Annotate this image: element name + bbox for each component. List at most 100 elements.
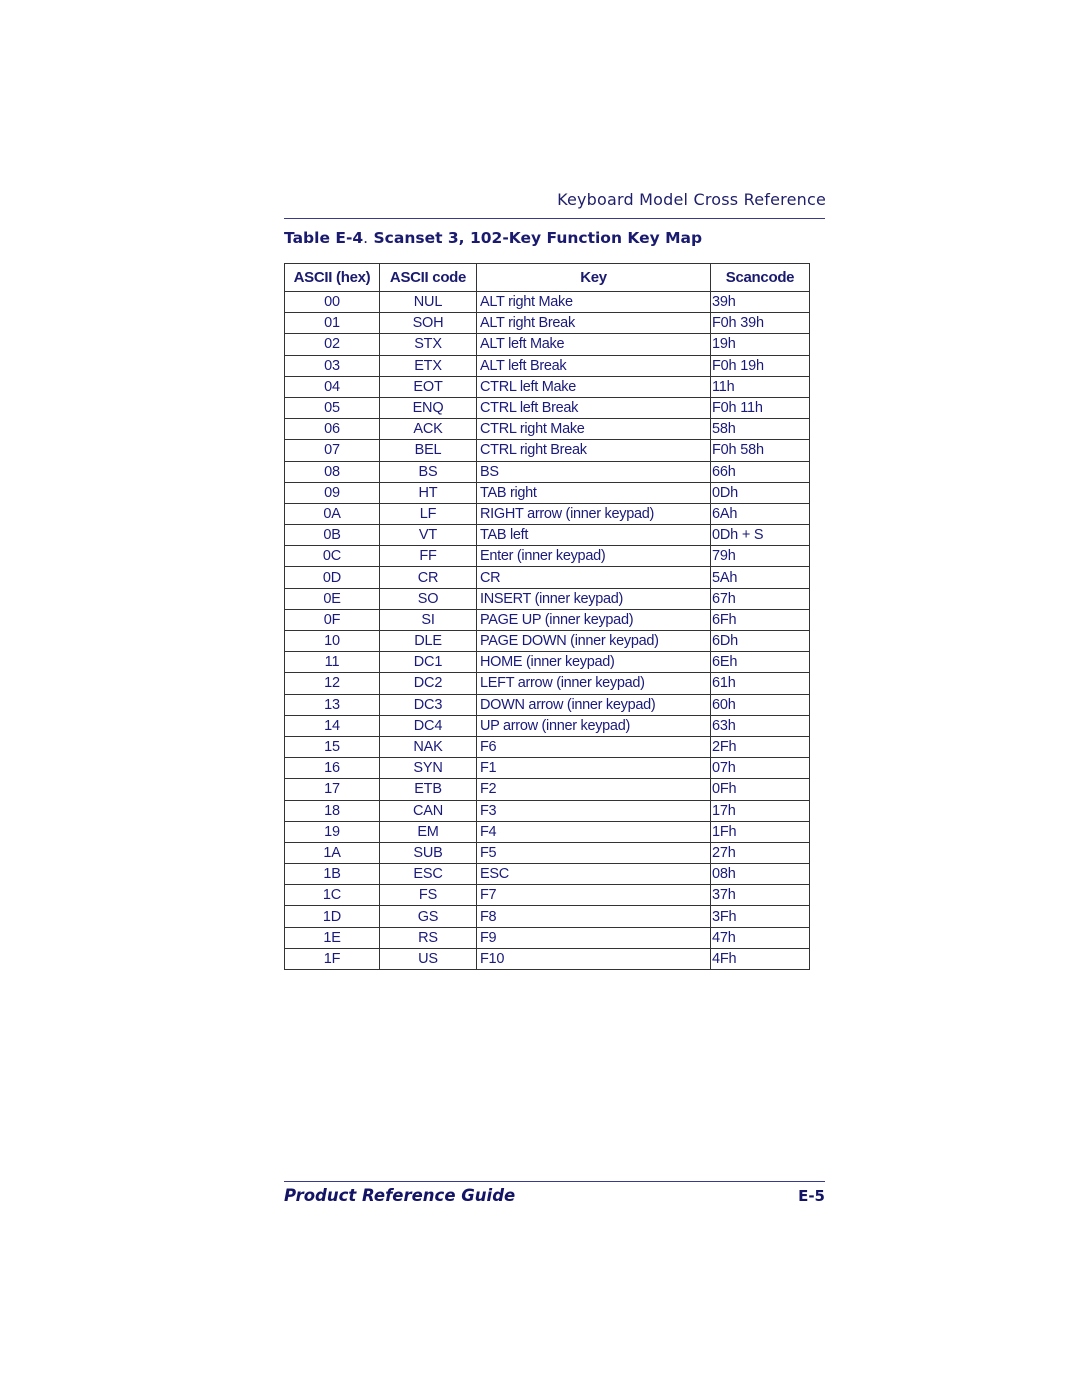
table-row: 12 DC2 LEFT arrow (inner keypad) 61h bbox=[284, 672, 810, 695]
table-row: 0E SO INSERT (inner keypad) 67h bbox=[284, 587, 810, 610]
cell-key: F4 bbox=[476, 820, 711, 843]
cell-ascii-hex: 0B bbox=[284, 524, 380, 547]
table-row: 0A LF RIGHT arrow (inner keypad) 6Ah bbox=[284, 502, 810, 526]
cell-ascii-code: US bbox=[379, 947, 477, 971]
cell-scancode: 19h bbox=[710, 333, 810, 356]
table-title-label: Table E-4 bbox=[284, 229, 364, 247]
cell-key: CR bbox=[476, 566, 711, 589]
cell-key: CTRL left Break bbox=[476, 396, 711, 420]
cell-key: F9 bbox=[476, 926, 711, 949]
cell-ascii-hex: 03 bbox=[284, 354, 380, 377]
cell-key: UP arrow (inner keypad) bbox=[476, 714, 711, 737]
cell-key: TAB left bbox=[476, 524, 711, 547]
table-row: 00 NUL ALT right Make 39h bbox=[284, 290, 810, 314]
cell-scancode: 07h bbox=[710, 757, 810, 780]
cell-ascii-code: ETB bbox=[379, 778, 477, 801]
cell-ascii-hex: 13 bbox=[284, 693, 380, 716]
cell-scancode: 6Fh bbox=[710, 608, 810, 632]
cell-ascii-hex: 09 bbox=[284, 481, 380, 504]
cell-ascii-code: ETX bbox=[379, 354, 477, 377]
table-row: 0B VT TAB left 0Dh + S bbox=[284, 524, 810, 547]
table-title: Table E-4. Scanset 3, 102-Key Function K… bbox=[284, 229, 702, 247]
cell-key: LEFT arrow (inner keypad) bbox=[476, 672, 711, 695]
cell-scancode: 61h bbox=[710, 672, 810, 695]
column-header-ascii-hex: ASCII (hex) bbox=[284, 263, 380, 292]
cell-key: F5 bbox=[476, 841, 711, 865]
table-row: 14 DC4 UP arrow (inner keypad) 63h bbox=[284, 714, 810, 737]
cell-scancode: 6Dh bbox=[710, 629, 810, 653]
cell-ascii-hex: 1B bbox=[284, 863, 380, 886]
table-row: 06 ACK CTRL right Make 58h bbox=[284, 418, 810, 441]
cell-key: CTRL left Make bbox=[476, 375, 711, 398]
cell-ascii-code: NAK bbox=[379, 735, 477, 759]
cell-ascii-hex: 12 bbox=[284, 672, 380, 695]
column-header-ascii-code: ASCII code bbox=[379, 263, 477, 292]
cell-scancode: 27h bbox=[710, 841, 810, 865]
footer-guide-title: Product Reference Guide bbox=[284, 1186, 516, 1205]
cell-ascii-hex: 1C bbox=[284, 884, 380, 907]
table-row: 05 ENQ CTRL left Break F0h 11h bbox=[284, 396, 810, 420]
table-row: 10 DLE PAGE DOWN (inner keypad) 6Dh bbox=[284, 629, 810, 653]
table-row: 08 BS BS 66h bbox=[284, 460, 810, 483]
cell-scancode: 6Eh bbox=[710, 651, 810, 674]
cell-scancode: 0Fh bbox=[710, 778, 810, 801]
cell-ascii-code: CAN bbox=[379, 799, 477, 822]
cell-ascii-hex: 0A bbox=[284, 502, 380, 526]
cell-ascii-hex: 0C bbox=[284, 545, 380, 568]
cell-ascii-code: ENQ bbox=[379, 396, 477, 420]
cell-ascii-hex: 04 bbox=[284, 375, 380, 398]
cell-key: F3 bbox=[476, 799, 711, 822]
cell-scancode: F0h 58h bbox=[710, 439, 810, 462]
cell-ascii-hex: 16 bbox=[284, 757, 380, 780]
cell-scancode: 5Ah bbox=[710, 566, 810, 589]
cell-ascii-code: ESC bbox=[379, 863, 477, 886]
cell-ascii-code: LF bbox=[379, 502, 477, 526]
cell-scancode: 60h bbox=[710, 693, 810, 716]
cell-key: ALT right Break bbox=[476, 312, 711, 335]
table-row: 1F US F10 4Fh bbox=[284, 947, 810, 971]
table-row: 1A SUB F5 27h bbox=[284, 841, 810, 865]
cell-ascii-code: EOT bbox=[379, 375, 477, 398]
table-row: 07 BEL CTRL right Break F0h 58h bbox=[284, 439, 810, 462]
cell-ascii-hex: 14 bbox=[284, 714, 380, 737]
cell-scancode: 66h bbox=[710, 460, 810, 483]
cell-key: Enter (inner keypad) bbox=[476, 545, 711, 568]
cell-ascii-code: SO bbox=[379, 587, 477, 610]
cell-ascii-code: SI bbox=[379, 608, 477, 632]
header-divider bbox=[284, 218, 825, 219]
table-row: 11 DC1 HOME (inner keypad) 6Eh bbox=[284, 651, 810, 674]
cell-scancode: 39h bbox=[710, 290, 810, 314]
cell-ascii-code: GS bbox=[379, 905, 477, 928]
table-body: 00 NUL ALT right Make 39h 01 SOH ALT right Bre… bbox=[284, 290, 810, 971]
cell-ascii-code: STX bbox=[379, 333, 477, 356]
table-row: 09 HT TAB right 0Dh bbox=[284, 481, 810, 504]
cell-ascii-code: EM bbox=[379, 820, 477, 843]
table-title-text: Scanset 3, 102-Key Function Key Map bbox=[368, 229, 703, 247]
cell-scancode: 2Fh bbox=[710, 735, 810, 759]
cell-key: ALT left Make bbox=[476, 333, 711, 356]
cell-ascii-code: SOH bbox=[379, 312, 477, 335]
cell-ascii-code: DLE bbox=[379, 629, 477, 653]
cell-ascii-hex: 17 bbox=[284, 778, 380, 801]
column-header-scancode: Scancode bbox=[710, 263, 810, 292]
cell-ascii-code: ACK bbox=[379, 418, 477, 441]
cell-ascii-code: SYN bbox=[379, 757, 477, 780]
cell-key: F7 bbox=[476, 884, 711, 907]
cell-scancode: 0Dh + S bbox=[710, 524, 810, 547]
table-row: 1D GS F8 3Fh bbox=[284, 905, 810, 928]
cell-ascii-hex: 11 bbox=[284, 651, 380, 674]
cell-ascii-hex: 07 bbox=[284, 439, 380, 462]
cell-key: F6 bbox=[476, 735, 711, 759]
cell-ascii-code: DC2 bbox=[379, 672, 477, 695]
table-row: 19 EM F4 1Fh bbox=[284, 820, 810, 843]
cell-ascii-code: DC3 bbox=[379, 693, 477, 716]
cell-scancode: F0h 11h bbox=[710, 396, 810, 420]
cell-key: TAB right bbox=[476, 481, 711, 504]
table-row: 1C FS F7 37h bbox=[284, 884, 810, 907]
cell-scancode: 17h bbox=[710, 799, 810, 822]
cell-ascii-hex: 02 bbox=[284, 333, 380, 356]
cell-scancode: 08h bbox=[710, 863, 810, 886]
cell-ascii-code: DC4 bbox=[379, 714, 477, 737]
cell-ascii-hex: 05 bbox=[284, 396, 380, 420]
cell-ascii-code: VT bbox=[379, 524, 477, 547]
